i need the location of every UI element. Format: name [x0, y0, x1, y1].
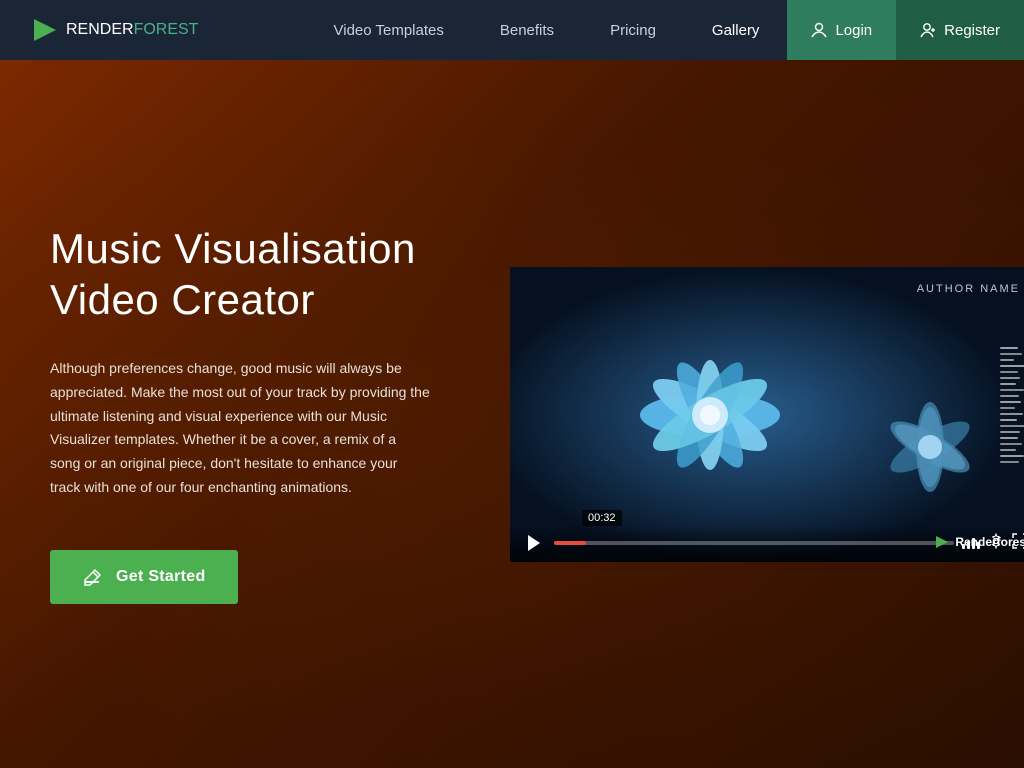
edit-icon: [82, 566, 104, 588]
hero-content: Music Visualisation Video Creator Althou…: [0, 60, 1024, 768]
logo-forest-text: FOREST: [134, 21, 199, 39]
login-icon: [811, 22, 827, 38]
video-play-button[interactable]: [522, 534, 546, 552]
logo-play-icon: [30, 16, 58, 44]
video-controls-bar: 00:32: [510, 525, 1024, 562]
hero-section: Music Visualisation Video Creator Althou…: [0, 60, 1024, 768]
author-name-overlay: AUTHOR NAME: [917, 283, 1020, 295]
nav-link-video-templates[interactable]: Video Templates: [306, 0, 472, 60]
video-progress-bar[interactable]: [554, 541, 954, 545]
nav-links: Video Templates Benefits Pricing Gallery: [306, 0, 788, 60]
navbar: RENDERFOREST Video Templates Benefits Pr…: [0, 0, 1024, 60]
rf-watermark-label: Renderforest: [955, 535, 1024, 549]
nav-link-pricing[interactable]: Pricing: [582, 0, 684, 60]
hero-description: Although preferences change, good music …: [50, 357, 430, 500]
register-button[interactable]: Register: [896, 0, 1024, 60]
nav-link-benefits[interactable]: Benefits: [472, 0, 582, 60]
rf-logo-small-icon: [934, 534, 950, 550]
register-icon: [920, 22, 936, 38]
hero-title: Music Visualisation Video Creator: [50, 224, 450, 325]
register-label: Register: [944, 22, 1000, 39]
get-started-label: Get Started: [116, 568, 206, 586]
play-icon: [526, 534, 542, 552]
renderforest-watermark: Renderforest: [934, 534, 1024, 550]
hero-left-panel: Music Visualisation Video Creator Althou…: [50, 224, 450, 604]
logo[interactable]: RENDERFOREST: [0, 16, 306, 44]
get-started-button[interactable]: Get Started: [50, 550, 238, 604]
video-progress-fill: [554, 541, 586, 545]
nav-link-gallery[interactable]: Gallery: [684, 0, 788, 60]
login-button[interactable]: Login: [787, 0, 896, 60]
video-player-container: AUTHOR NAME 00:32: [510, 267, 1024, 562]
navbar-auth: Login Register: [787, 0, 1024, 60]
video-player[interactable]: AUTHOR NAME 00:32: [510, 267, 1024, 562]
logo-render-text: RENDER: [66, 21, 134, 39]
video-timestamp: 00:32: [582, 510, 622, 526]
login-label: Login: [835, 22, 872, 39]
